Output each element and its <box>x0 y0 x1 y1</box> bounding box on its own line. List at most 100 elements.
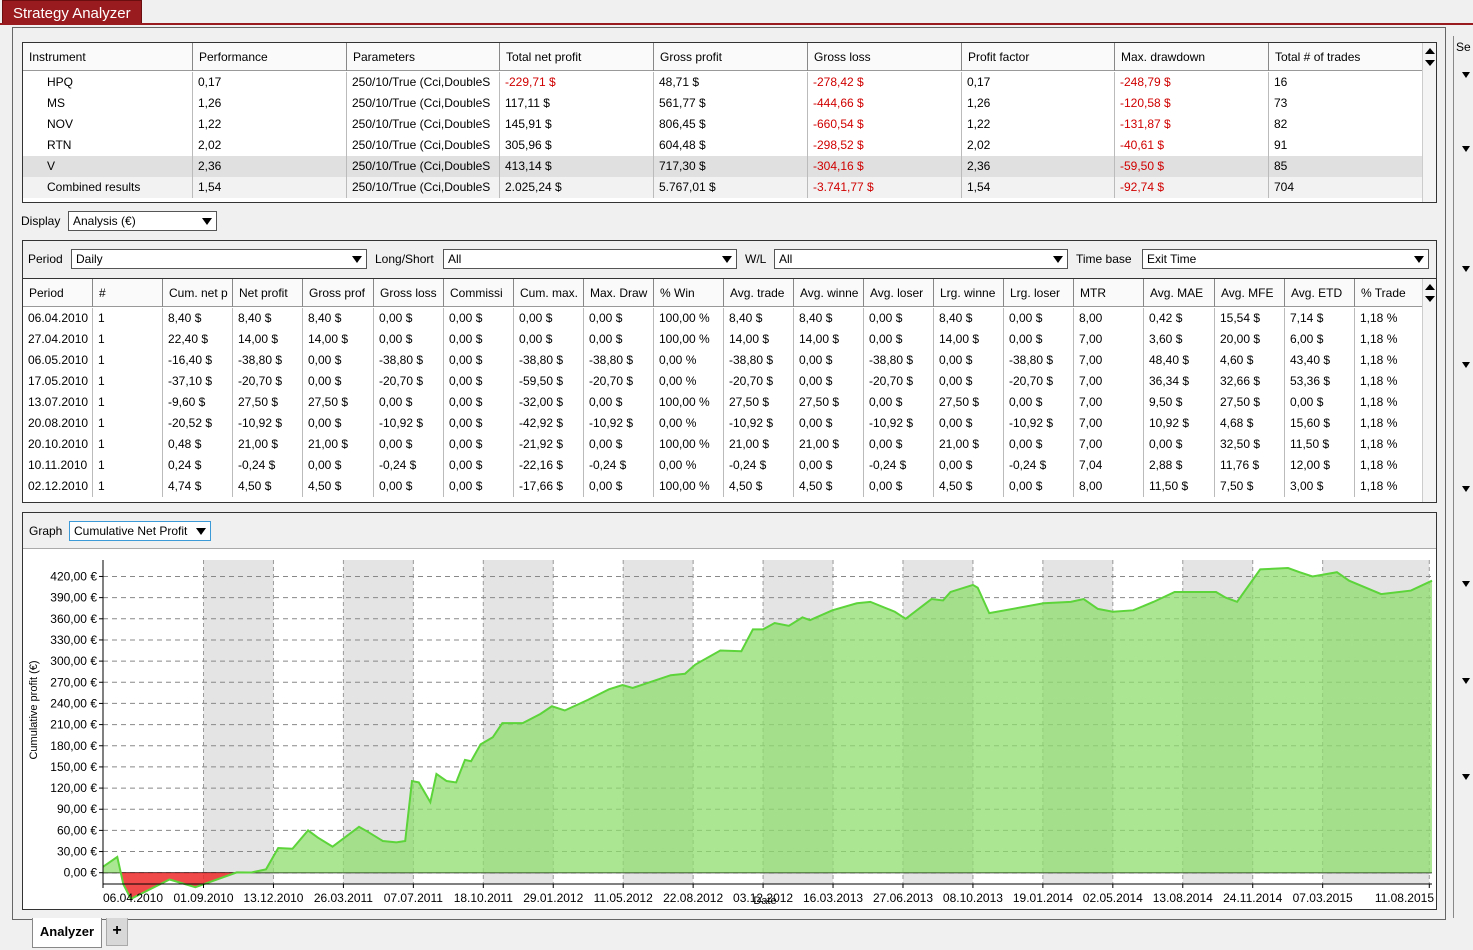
instrument-row[interactable]: HPQ 0,17 250/10/True (Cci,DoubleS -229,71 $… <box>23 72 1423 93</box>
add-tab-button[interactable]: + <box>106 918 128 946</box>
instrument-row[interactable]: NOV 1,22 250/10/True (Cci,DoubleS 145,91 $8… <box>23 114 1423 135</box>
graph-select[interactable]: Cumulative Net Profit <box>69 521 211 541</box>
longshort-select[interactable]: All <box>443 249 737 269</box>
period-cell: 7,00 <box>1074 413 1144 434</box>
window-title-tab[interactable]: Strategy Analyzer <box>2 0 142 24</box>
periods-col-header[interactable]: Lrg. loser <box>1004 279 1074 307</box>
period-row[interactable]: 06.05.2010 1 -16,40 $ -38,80 $0,00 $ -38,80 … <box>23 350 1425 371</box>
collapse-arrow-icon[interactable] <box>1462 774 1470 780</box>
periods-col-header[interactable]: Period <box>23 279 93 307</box>
periods-col-header[interactable]: Avg. MFE <box>1215 279 1285 307</box>
period-cell: -42,92 $ <box>514 413 584 434</box>
instrument-cell: 48,71 $ <box>654 72 808 93</box>
period-cell: 0,00 $ <box>1285 392 1355 413</box>
instruments-col-header[interactable]: Parameters <box>347 43 500 71</box>
periods-col-header[interactable]: Commissi <box>444 279 514 307</box>
instruments-col-header[interactable]: Profit factor <box>962 43 1115 71</box>
instruments-col-header[interactable]: Max. drawdown <box>1115 43 1269 71</box>
instrument-row[interactable]: Combined results 1,54 250/10/True (Cci,Dou… <box>23 177 1423 198</box>
period-cell: 14,00 $ <box>794 329 864 350</box>
periods-col-header[interactable]: # <box>93 279 163 307</box>
collapse-arrow-icon[interactable] <box>1462 581 1470 587</box>
period-cell: 0,00 $ <box>584 392 654 413</box>
instrument-row[interactable]: V 2,36 250/10/True (Cci,DoubleS 413,14 $717… <box>23 156 1423 177</box>
scroll-down-icon[interactable] <box>1425 60 1435 66</box>
period-cell: 06.04.2010 <box>23 308 93 329</box>
instruments-col-header[interactable]: Instrument <box>23 43 193 71</box>
periods-col-header[interactable]: Avg. loser <box>864 279 934 307</box>
scroll-up-icon[interactable] <box>1425 48 1435 54</box>
period-row[interactable]: 17.05.2010 1 -37,10 $ -20,70 $0,00 $ -20,70 … <box>23 371 1425 392</box>
periods-col-header[interactable]: Avg. MAE <box>1144 279 1215 307</box>
periods-col-header[interactable]: Lrg. winne <box>934 279 1004 307</box>
periods-col-header[interactable]: Cum. max. <box>514 279 584 307</box>
instrument-cell: NOV <box>23 114 193 135</box>
x-tick-label: 27.06.2013 <box>873 891 933 905</box>
period-cell: 11,50 $ <box>1285 434 1355 455</box>
instrument-cell: HPQ <box>23 72 193 93</box>
period-cell: 0,00 $ <box>794 413 864 434</box>
periods-col-header[interactable]: Gross prof <box>303 279 374 307</box>
periods-scrollbar[interactable] <box>1422 279 1436 502</box>
x-tick-label: 08.10.2013 <box>943 891 1003 905</box>
display-select[interactable]: Analysis (€) <box>68 211 217 231</box>
instruments-col-header[interactable]: Performance <box>193 43 347 71</box>
collapse-arrow-icon[interactable] <box>1462 362 1470 368</box>
periods-col-header[interactable]: MTR <box>1074 279 1144 307</box>
period-cell: 0,24 $ <box>163 455 233 476</box>
period-cell: 53,36 $ <box>1285 371 1355 392</box>
scroll-down-icon[interactable] <box>1425 296 1435 302</box>
periods-col-header[interactable]: Max. Draw <box>584 279 654 307</box>
periods-col-header[interactable]: % Trade <box>1355 279 1425 307</box>
period-row[interactable]: 20.10.2010 1 0,48 $21,00 $21,00 $0,00 $0,0… <box>23 434 1425 455</box>
instrument-cell: 85 <box>1269 156 1423 177</box>
instruments-scrollbar[interactable] <box>1422 43 1436 202</box>
instrument-cell: 5.767,01 $ <box>654 177 808 198</box>
instrument-cell: 2,36 <box>962 156 1115 177</box>
instrument-cell: 413,14 $ <box>500 156 654 177</box>
periods-col-header[interactable]: Avg. trade <box>724 279 794 307</box>
period-row[interactable]: 10.11.2010 1 0,24 $ -0,24 $0,00 $ -0,24 $0,0… <box>23 455 1425 476</box>
period-cell: 0,00 $ <box>444 308 514 329</box>
collapse-arrow-icon[interactable] <box>1462 72 1470 78</box>
instrument-cell: -3.741,77 $ <box>808 177 962 198</box>
period-row[interactable]: 13.07.2010 1 -9,60 $27,50 $27,50 $0,00 $0,… <box>23 392 1425 413</box>
period-row[interactable]: 27.04.2010 1 22,40 $14,00 $14,00 $0,00 $0,… <box>23 329 1425 350</box>
wl-select[interactable]: All <box>774 249 1068 269</box>
collapse-arrow-icon[interactable] <box>1462 266 1470 272</box>
instrument-row[interactable]: RTN 2,02 250/10/True (Cci,DoubleS 305,96 $6… <box>23 135 1423 156</box>
y-tick-label: 120,00 € <box>50 781 97 795</box>
period-row[interactable]: 02.12.2010 1 4,74 $4,50 $4,50 $0,00 $0,00 … <box>23 476 1425 497</box>
period-cell: 0,00 $ <box>1144 434 1215 455</box>
instruments-col-header[interactable]: Total net profit <box>500 43 654 71</box>
instrument-cell: 1,54 <box>962 177 1115 198</box>
instrument-cell: 145,91 $ <box>500 114 654 135</box>
periods-col-header[interactable]: % Win <box>654 279 724 307</box>
period-select[interactable]: Daily <box>71 249 367 269</box>
period-cell: 7,14 $ <box>1285 308 1355 329</box>
period-cell: 0,00 $ <box>934 413 1004 434</box>
collapse-arrow-icon[interactable] <box>1462 146 1470 152</box>
periods-col-header[interactable]: Avg. ETD <box>1285 279 1355 307</box>
periods-col-header[interactable]: Avg. winne <box>794 279 864 307</box>
periods-col-header[interactable]: Gross loss <box>374 279 444 307</box>
periods-col-header[interactable]: Cum. net p <box>163 279 233 307</box>
periods-col-header[interactable]: Net profit <box>233 279 303 307</box>
collapse-arrow-icon[interactable] <box>1462 678 1470 684</box>
period-cell: 1,18 % <box>1355 371 1425 392</box>
collapse-arrow-icon[interactable] <box>1462 486 1470 492</box>
x-tick-label: 06.04.2010 <box>103 891 163 905</box>
instrument-cell: -92,74 $ <box>1115 177 1269 198</box>
graph-toolbar: Graph Cumulative Net Profit <box>23 513 1436 549</box>
instruments-col-header[interactable]: Gross loss <box>808 43 962 71</box>
timebase-select[interactable]: Exit Time <box>1142 249 1429 269</box>
period-row[interactable]: 06.04.2010 1 8,40 $8,40 $8,40 $0,00 $0,00 … <box>23 308 1425 329</box>
period-row[interactable]: 20.08.2010 1 -20,52 $ -10,92 $0,00 $ -10,92 … <box>23 413 1425 434</box>
instrument-row[interactable]: MS 1,26 250/10/True (Cci,DoubleS 117,11 $56… <box>23 93 1423 114</box>
period-cell: 20,00 $ <box>1215 329 1285 350</box>
period-cell: 0,00 $ <box>584 329 654 350</box>
tab-analyzer[interactable]: Analyzer <box>32 918 102 948</box>
instruments-col-header[interactable]: Gross profit <box>654 43 808 71</box>
instruments-col-header[interactable]: Total # of trades <box>1269 43 1423 71</box>
scroll-up-icon[interactable] <box>1425 284 1435 290</box>
